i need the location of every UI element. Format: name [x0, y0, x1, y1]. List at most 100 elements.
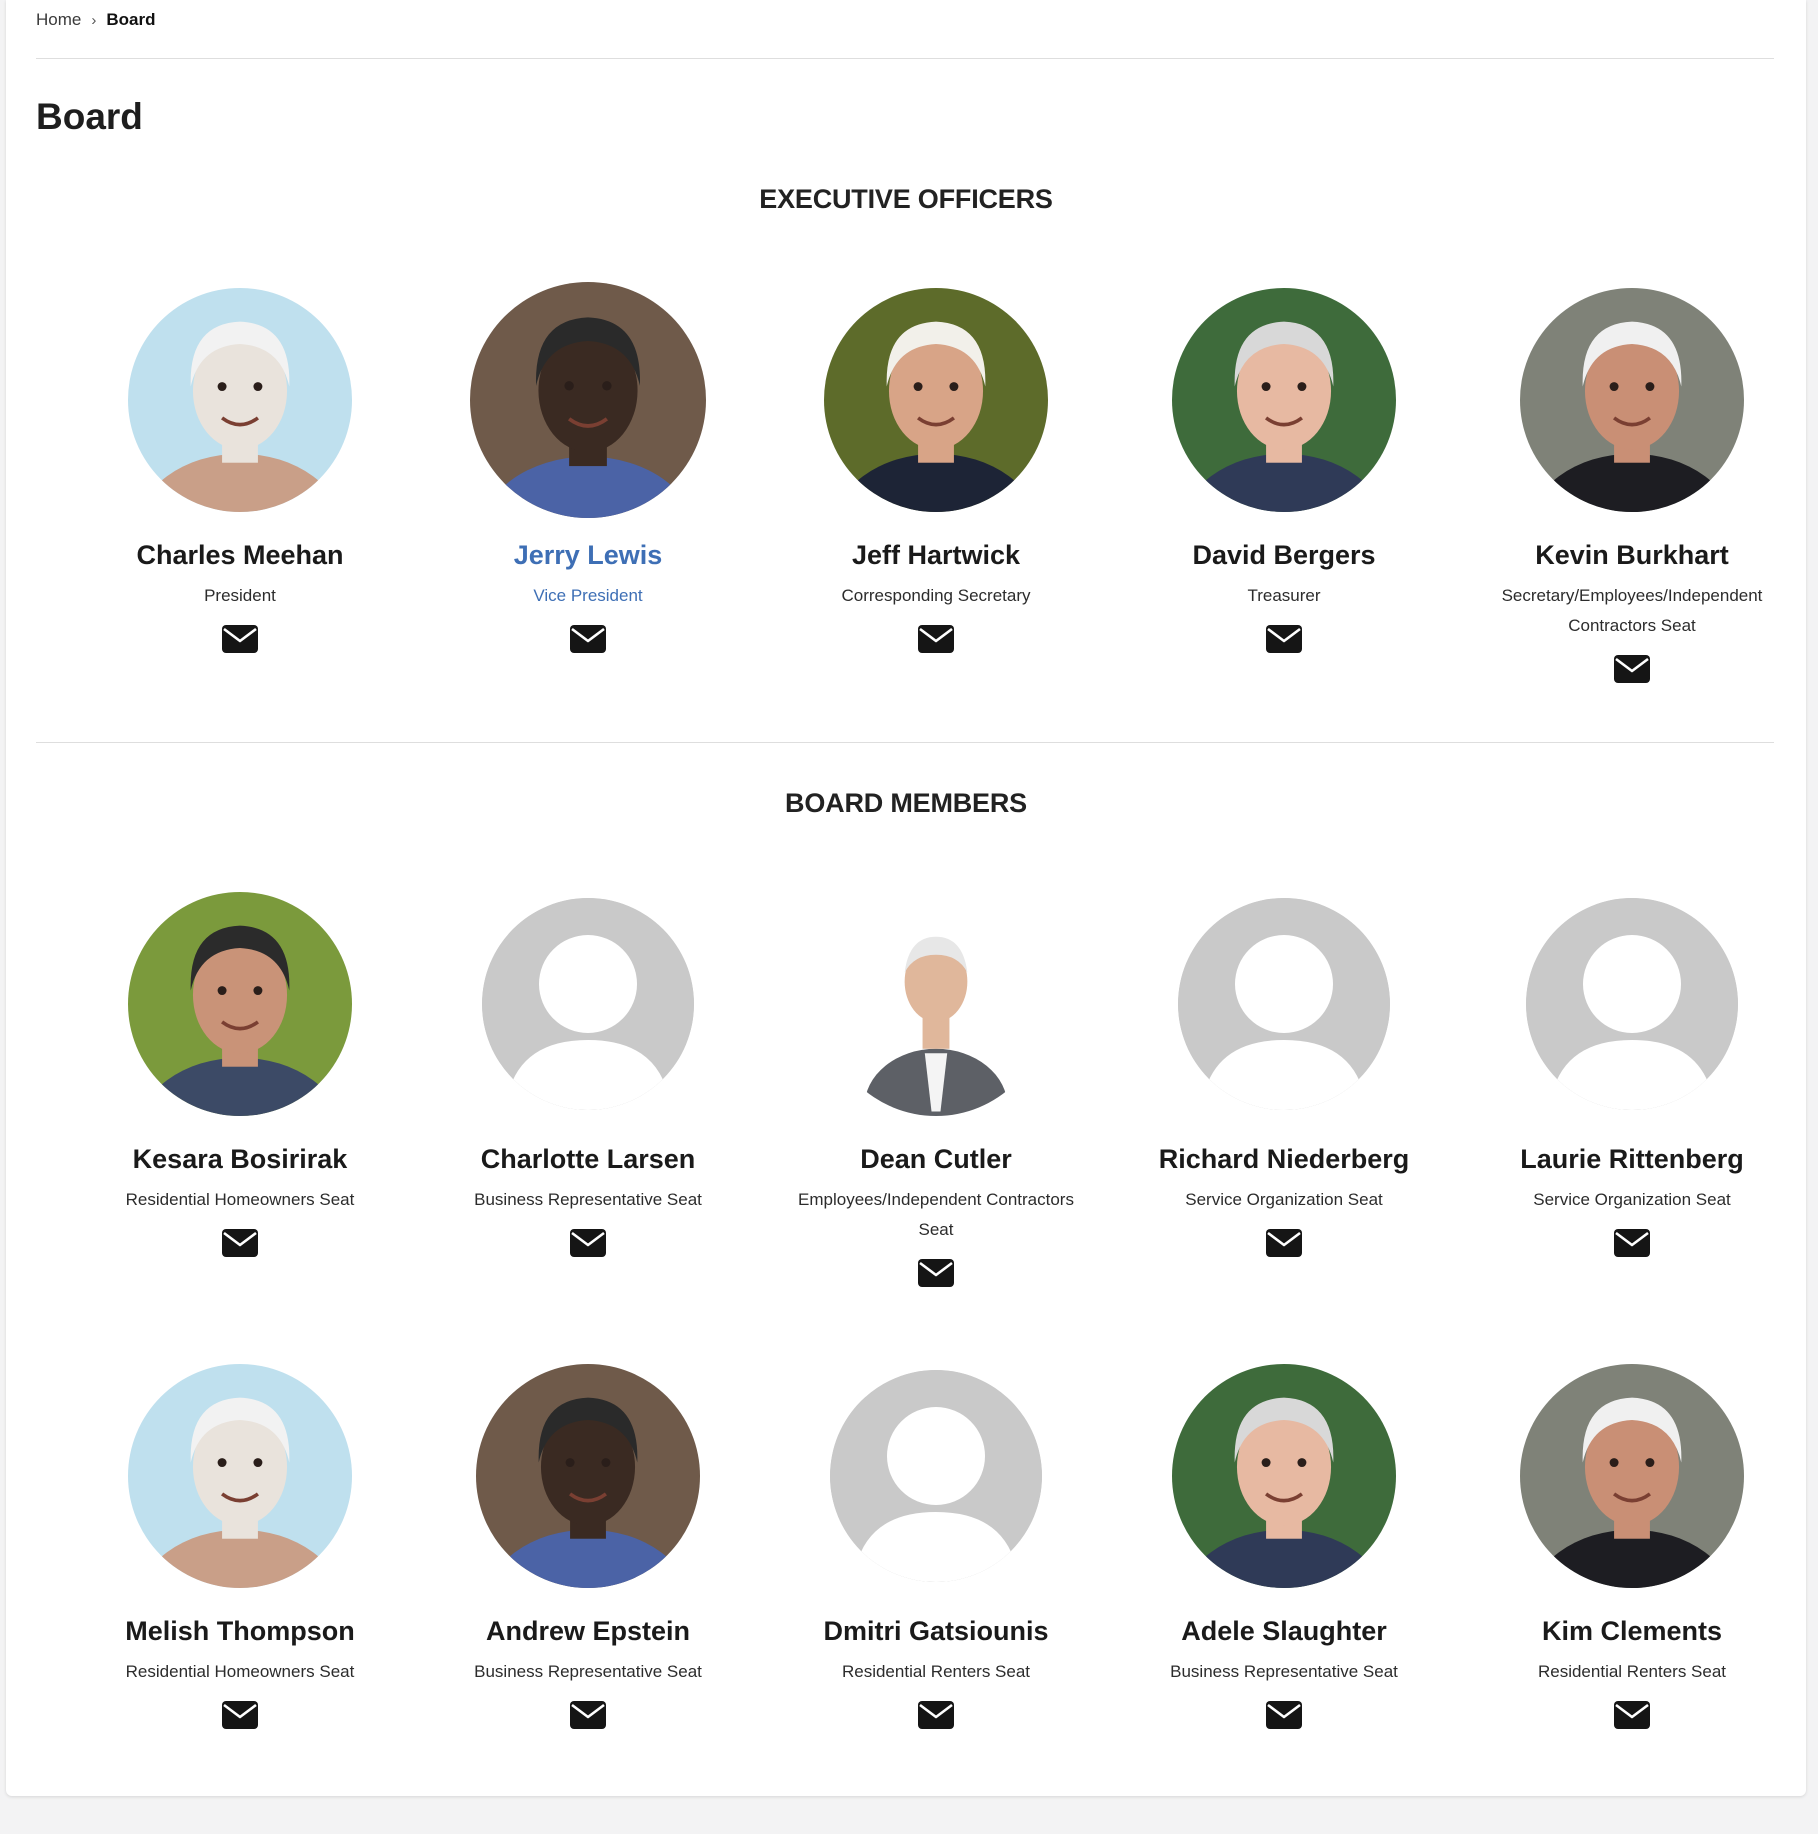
user-placeholder-icon[interactable]: [482, 898, 694, 1110]
member-role: Vice President: [533, 586, 643, 605]
member-name[interactable]: Jeff Hartwick: [852, 540, 1020, 571]
member-card-melish-thompson: Melish Thompson Residential Homeowners Se…: [66, 1358, 414, 1729]
member-photo-david-bergers[interactable]: [1172, 288, 1396, 512]
member-photo-wrap: [470, 282, 706, 518]
envelope-icon[interactable]: [570, 625, 606, 653]
envelope-icon[interactable]: [918, 1259, 954, 1287]
member-name[interactable]: Adele Slaughter: [1181, 1616, 1387, 1647]
envelope-icon[interactable]: [222, 1229, 258, 1257]
envelope-icon[interactable]: [1266, 1701, 1302, 1729]
member-card-dmitri-gatsiounis: Dmitri Gatsiounis Residential Renters Sea…: [762, 1358, 1110, 1729]
member-photo-jeff-hartwick[interactable]: [824, 288, 1048, 512]
member-photo-melish-thompson[interactable]: [128, 1364, 352, 1588]
member-photo-andrew-epstein[interactable]: [476, 1364, 700, 1588]
envelope-icon[interactable]: [570, 1701, 606, 1729]
member-photo-kesara-bosirirak[interactable]: [128, 892, 352, 1116]
member-photo-dean-cutler[interactable]: [824, 892, 1048, 1116]
member-name[interactable]: Dmitri Gatsiounis: [823, 1616, 1048, 1647]
envelope-icon[interactable]: [1266, 1229, 1302, 1257]
board-members-grid-row-1: Kesara Bosirirak Residential Homeowners S…: [66, 886, 1806, 1287]
member-photo-wrap: [1514, 1358, 1750, 1594]
member-name[interactable]: Laurie Rittenberg: [1520, 1144, 1744, 1175]
melish-thompson-portrait: [128, 1364, 352, 1588]
member-photo-kim-clements[interactable]: [1520, 1364, 1744, 1588]
member-name[interactable]: Melish Thompson: [125, 1616, 355, 1647]
member-name[interactable]: Dean Cutler: [860, 1144, 1012, 1175]
envelope-icon[interactable]: [918, 625, 954, 653]
header-divider: [36, 58, 1774, 59]
member-name[interactable]: David Bergers: [1192, 540, 1375, 571]
user-placeholder-icon[interactable]: [830, 1370, 1042, 1582]
envelope-icon[interactable]: [1614, 1229, 1650, 1257]
member-name[interactable]: Andrew Epstein: [486, 1616, 690, 1647]
kesara-bosirirak-portrait: [128, 892, 352, 1116]
envelope-icon[interactable]: [570, 1229, 606, 1257]
member-card-andrew-epstein: Andrew Epstein Business Representative Se…: [414, 1358, 762, 1729]
member-role: Service Organization Seat: [1533, 1190, 1731, 1209]
member-role: Residential Homeowners Seat: [125, 1190, 355, 1209]
jeff-hartwick-portrait: [824, 288, 1048, 512]
executive-officers-heading: EXECUTIVE OFFICERS: [759, 184, 1053, 214]
executive-officers-grid: Charles Meehan President Jerry Lewis Vice …: [66, 282, 1806, 683]
member-photo-wrap: [1166, 886, 1402, 1122]
member-photo-wrap: [470, 886, 706, 1122]
member-name[interactable]: Richard Niederberg: [1159, 1144, 1410, 1175]
breadcrumb-current: Board: [106, 10, 156, 29]
member-card-dean-cutler: Dean Cutler Employees/Independent Contrac…: [762, 886, 1110, 1287]
member-photo-charles-meehan[interactable]: [128, 288, 352, 512]
member-role: Business Representative Seat: [474, 1190, 702, 1209]
envelope-icon[interactable]: [222, 625, 258, 653]
envelope-icon[interactable]: [918, 1701, 954, 1729]
member-photo-wrap: [818, 282, 1054, 518]
member-card-richard-niederberg: Richard Niederberg Service Organization S…: [1110, 886, 1458, 1287]
andrew-epstein-portrait: [476, 1364, 700, 1588]
board-members-heading: BOARD MEMBERS: [785, 788, 1027, 818]
member-role: Residential Homeowners Seat: [125, 1662, 355, 1681]
member-name[interactable]: Kesara Bosirirak: [133, 1144, 348, 1175]
breadcrumb-home-link[interactable]: Home: [36, 10, 81, 30]
envelope-icon[interactable]: [1266, 625, 1302, 653]
user-silhouette-icon: [830, 1370, 1042, 1582]
user-placeholder-icon[interactable]: [1178, 898, 1390, 1110]
member-photo-adele-slaughter[interactable]: [1172, 1364, 1396, 1588]
member-role: Secretary/Employees/Independent Contract…: [1501, 586, 1763, 635]
member-name[interactable]: Kim Clements: [1542, 1616, 1722, 1647]
member-card-charlotte-larsen: Charlotte Larsen Business Representative …: [414, 886, 762, 1287]
board-members-grid-row-2: Melish Thompson Residential Homeowners Se…: [66, 1358, 1806, 1729]
section-divider: [36, 742, 1774, 743]
member-card-charles-meehan: Charles Meehan President: [66, 282, 414, 683]
member-card-kim-clements: Kim Clements Residential Renters Seat: [1458, 1358, 1806, 1729]
member-card-kevin-burkhart: Kevin Burkhart Secretary/Employees/Indepe…: [1458, 282, 1806, 683]
user-placeholder-icon[interactable]: [1526, 898, 1738, 1110]
board-page-card: Home › Board Board EXECUTIVE OFFICERS Ch…: [6, 0, 1806, 1796]
member-name[interactable]: Charlotte Larsen: [481, 1144, 696, 1175]
member-photo-wrap: [122, 282, 358, 518]
charles-meehan-portrait: [128, 288, 352, 512]
envelope-icon[interactable]: [222, 1701, 258, 1729]
adele-slaughter-portrait: [1172, 1364, 1396, 1588]
member-photo-wrap: [818, 886, 1054, 1122]
member-role: Residential Renters Seat: [841, 1662, 1031, 1681]
jerry-lewis-portrait: [470, 282, 706, 518]
member-name[interactable]: Kevin Burkhart: [1535, 540, 1729, 571]
member-photo-jerry-lewis[interactable]: [470, 282, 706, 518]
envelope-icon[interactable]: [1614, 655, 1650, 683]
dean-cutler-portrait: [824, 892, 1048, 1116]
member-role: Residential Renters Seat: [1537, 1662, 1727, 1681]
member-photo-wrap: [1166, 282, 1402, 518]
member-role: Treasurer: [1247, 586, 1321, 605]
member-photo-wrap: [122, 886, 358, 1122]
member-photo-wrap: [122, 1358, 358, 1594]
david-bergers-portrait: [1172, 288, 1396, 512]
member-photo-wrap: [1514, 886, 1750, 1122]
member-name[interactable]: Charles Meehan: [136, 540, 343, 571]
breadcrumb-separator: ›: [91, 11, 97, 29]
member-role: Corresponding Secretary: [841, 586, 1031, 605]
member-name[interactable]: Jerry Lewis: [514, 540, 663, 571]
envelope-icon[interactable]: [1614, 1701, 1650, 1729]
member-photo-kevin-burkhart[interactable]: [1520, 288, 1744, 512]
member-role: Service Organization Seat: [1185, 1190, 1383, 1209]
member-role: Business Representative Seat: [474, 1662, 702, 1681]
user-silhouette-icon: [1526, 898, 1738, 1110]
member-card-laurie-rittenberg: Laurie Rittenberg Service Organization Se…: [1458, 886, 1806, 1287]
